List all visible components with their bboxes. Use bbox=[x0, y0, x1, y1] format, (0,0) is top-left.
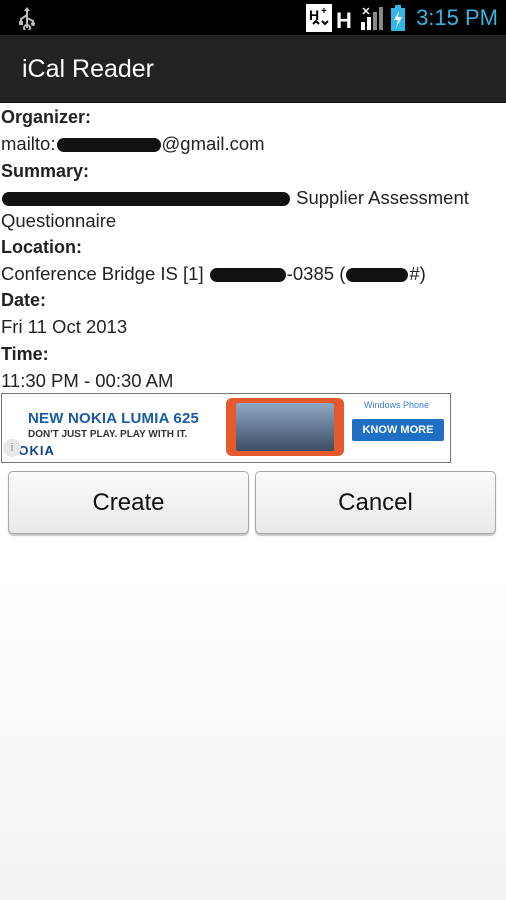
organizer-suffix: @gmail.com bbox=[161, 133, 265, 154]
usb-icon bbox=[19, 7, 35, 30]
ad-info-icon[interactable]: i bbox=[3, 439, 21, 457]
redaction-mark bbox=[2, 192, 290, 207]
clock: 3:15 PM bbox=[416, 4, 498, 30]
summary-label: Summary: bbox=[1, 161, 90, 181]
location-value: Conference Bridge IS [1] -0385 ( #) bbox=[1, 262, 426, 285]
action-bar: iCal Reader bbox=[0, 35, 506, 103]
signal-strength-icon bbox=[361, 6, 384, 30]
time-label: Time: bbox=[1, 344, 49, 364]
ad-platform: Windows Phone bbox=[364, 400, 430, 410]
summary-line2: Questionnaire bbox=[1, 210, 117, 231]
hplus-data-icon: H + bbox=[306, 3, 333, 32]
date-value: Fri 11 Oct 2013 bbox=[1, 316, 128, 337]
svg-text:+: + bbox=[321, 6, 327, 17]
cancel-button[interactable]: Cancel bbox=[255, 471, 496, 534]
ad-phone-screen bbox=[236, 403, 334, 451]
svg-text:H: H bbox=[309, 7, 319, 23]
h-signal-icon: H bbox=[336, 8, 352, 32]
ad-banner[interactable]: NEW NOKIA LUMIA 625 DON'T JUST PLAY. PLA… bbox=[1, 393, 451, 463]
organizer-label: Organizer: bbox=[1, 107, 92, 127]
ad-subline: DON'T JUST PLAY. PLAY WITH IT. bbox=[28, 429, 188, 440]
redaction-mark bbox=[56, 138, 161, 153]
create-button[interactable]: Create bbox=[8, 471, 249, 534]
summary-visible: Supplier Assessment bbox=[296, 187, 469, 208]
date-label: Date: bbox=[1, 290, 47, 310]
redaction-mark bbox=[209, 268, 286, 283]
status-bar: H + H 3:15 PM bbox=[0, 0, 506, 35]
ad-know-more-button[interactable]: KNOW MORE bbox=[352, 419, 444, 441]
redaction-mark bbox=[346, 268, 409, 283]
organizer-value: mailto: @gmail.com bbox=[1, 132, 265, 155]
app-title: iCal Reader bbox=[22, 55, 155, 83]
battery-charging-icon bbox=[391, 4, 406, 31]
organizer-prefix: mailto: bbox=[1, 133, 56, 154]
location-label: Location: bbox=[1, 237, 82, 257]
summary-value: Supplier Assessment bbox=[1, 186, 469, 209]
svg-text:H: H bbox=[336, 8, 352, 32]
location-end: #) bbox=[409, 263, 426, 284]
location-prefix: Conference Bridge IS [1] bbox=[1, 263, 204, 284]
ad-headline: NEW NOKIA LUMIA 625 bbox=[28, 410, 200, 427]
ad-phone-image bbox=[226, 398, 344, 456]
location-mid: -0385 ( bbox=[286, 263, 346, 284]
time-value: 11:30 PM - 00:30 AM bbox=[1, 370, 174, 391]
